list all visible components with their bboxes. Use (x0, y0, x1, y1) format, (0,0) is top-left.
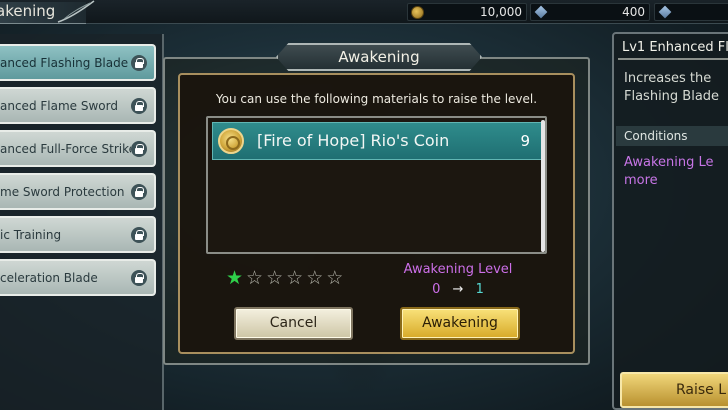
skill-info-panel: Lv1 Enhanced Fl Increases the Flashing B… (612, 32, 728, 410)
level-to: 1 (475, 282, 484, 297)
skill-item-enhanced-flame-sword[interactable]: anced Flame Sword (0, 87, 156, 124)
conditions-header: Conditions (616, 126, 728, 146)
raise-level-button[interactable]: Raise L (620, 372, 728, 408)
lock-icon (131, 140, 147, 157)
rarity-stars: ★ ☆ ☆ ☆ ☆ ☆ (226, 268, 343, 288)
dialog-title: Awakening (338, 48, 420, 66)
skill-item-label: anced Full-Force Strike (0, 141, 131, 156)
star-empty-icon: ☆ (286, 267, 304, 289)
gem-currency: 400 (530, 3, 650, 21)
gold-coin-icon (411, 5, 424, 19)
skill-item-label: anced Flame Sword (0, 98, 118, 113)
skill-info-title: Lv1 Enhanced Fl (622, 40, 728, 55)
skill-item-label: me Sword Protection (0, 184, 125, 199)
top-bar: akening 10,000 400 (0, 0, 728, 24)
skill-item-label: celeration Blade (0, 270, 98, 285)
gold-currency: 10,000 (407, 3, 527, 21)
lock-icon (131, 97, 147, 114)
gem-amount: 400 (622, 5, 645, 19)
star-empty-icon: ☆ (266, 267, 284, 289)
coin-icon (218, 128, 244, 154)
conditions-line: Awakening Le (624, 155, 714, 170)
blue-gem-icon (658, 5, 672, 19)
material-row[interactable]: [Fire of Hope] Rio's Coin 9 (212, 122, 543, 160)
skill-item-flame-sword-protection[interactable]: me Sword Protection (0, 173, 156, 210)
material-list: [Fire of Hope] Rio's Coin 9 (206, 116, 547, 254)
skill-description-line: Increases the (624, 71, 712, 86)
level-from: 0 (432, 282, 441, 297)
blue-gem-icon (534, 5, 548, 19)
skill-description-line: Flashing Blade (624, 89, 720, 104)
skill-item-acceleration-blade[interactable]: celeration Blade (0, 259, 156, 296)
conditions-text: Awakening Le more (624, 154, 728, 190)
gold-amount: 10,000 (480, 5, 522, 19)
lock-icon (131, 269, 147, 286)
material-count: 9 (520, 132, 530, 150)
lock-icon (131, 54, 147, 71)
feather-ornament-icon (57, 0, 95, 23)
skill-description: Increases the Flashing Blade (624, 70, 728, 106)
skill-item-label: ic Training (0, 227, 62, 242)
skill-item-enhanced-flashing-blade[interactable]: anced Flashing Blade (0, 44, 156, 81)
conditions-line: more (624, 173, 658, 188)
arrow-right-icon: → (452, 282, 464, 297)
divider (618, 58, 728, 60)
gem-currency-2 (654, 3, 728, 21)
lock-icon (131, 183, 147, 200)
star-empty-icon: ☆ (326, 267, 344, 289)
cancel-button[interactable]: Cancel (234, 307, 353, 340)
material-name: [Fire of Hope] Rio's Coin (257, 131, 450, 150)
awakening-level-label: Awakening Level (403, 262, 513, 277)
dialog-instruction: You can use the following materials to r… (215, 92, 538, 106)
awakening-button[interactable]: Awakening (400, 307, 520, 340)
material-list-scrollbar[interactable] (541, 120, 545, 252)
skill-item-basic-training[interactable]: ic Training (0, 216, 156, 253)
skill-item-enhanced-full-force-strike[interactable]: anced Full-Force Strike (0, 130, 156, 167)
skill-item-label: anced Flashing Blade (0, 55, 129, 70)
awakening-level-values: 0 → 1 (388, 282, 528, 297)
star-filled-icon: ★ (226, 267, 244, 289)
star-empty-icon: ☆ (246, 267, 264, 289)
lock-icon (131, 226, 147, 243)
star-empty-icon: ☆ (306, 267, 324, 289)
